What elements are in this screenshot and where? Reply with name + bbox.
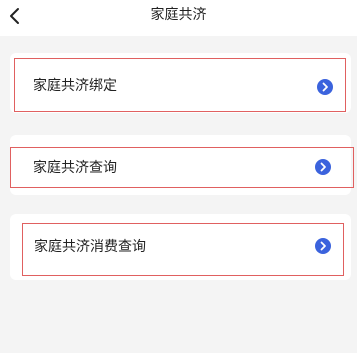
chevron-right-circle-icon — [315, 238, 331, 254]
menu-item-family-query[interactable]: 家庭共济查询 — [10, 147, 354, 188]
menu-item-family-binding[interactable]: 家庭共济绑定 — [14, 58, 346, 112]
menu-item-label: 家庭共济查询 — [33, 160, 117, 176]
menu-item-family-consumption-query[interactable]: 家庭共济消费查询 — [22, 223, 344, 276]
chevron-right-circle-icon — [315, 159, 331, 175]
menu-item-label: 家庭共济消费查询 — [34, 239, 146, 255]
menu-item-label: 家庭共济绑定 — [33, 78, 117, 94]
top-bar: 家庭共济 — [0, 0, 357, 36]
chevron-right-circle-icon — [317, 79, 333, 95]
page-title: 家庭共济 — [150, 7, 207, 23]
